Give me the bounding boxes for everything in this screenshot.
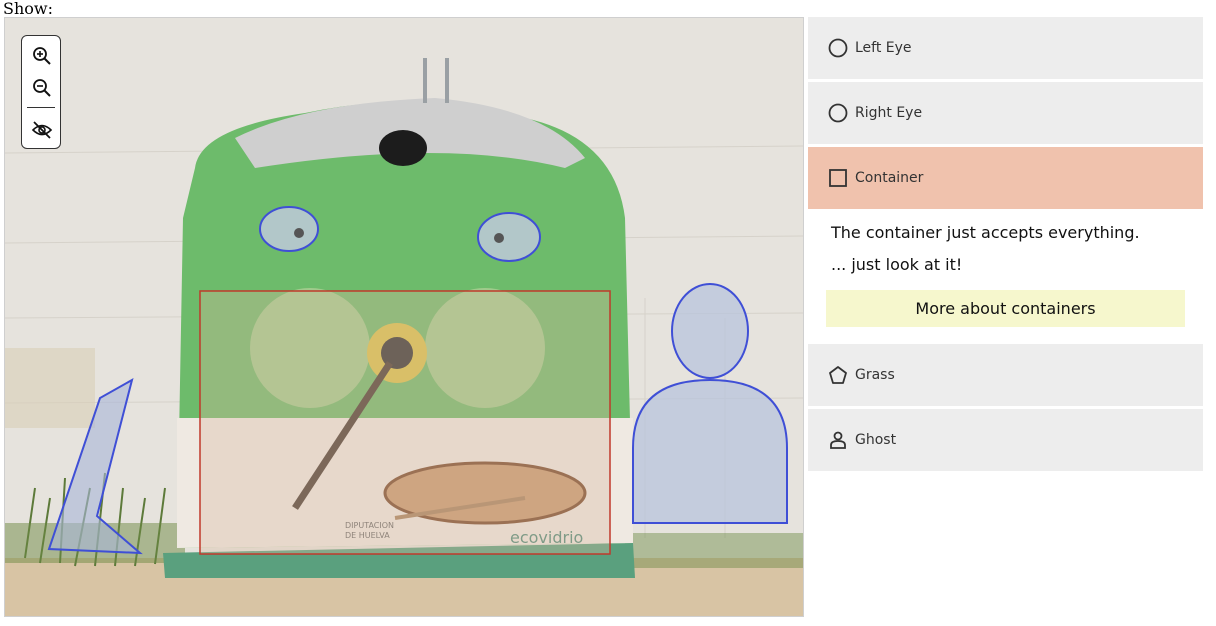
rectangle-shape-icon: [828, 168, 848, 188]
container-annotation[interactable]: [199, 290, 611, 555]
list-item-left-eye[interactable]: Left Eye: [808, 17, 1203, 79]
details-text: The container just accepts everything.: [831, 223, 1140, 242]
zoom-out-icon: [33, 79, 51, 97]
zoom-in-icon: [33, 47, 51, 65]
toolbar-divider: [27, 107, 55, 108]
list-item-label: Grass: [855, 367, 895, 383]
zoom-out-button[interactable]: [22, 72, 62, 104]
annotation-details: The container just accepts everything. .…: [808, 212, 1203, 341]
list-item-label: Left Eye: [855, 40, 912, 56]
polygon-shape-icon: [828, 365, 848, 385]
left-eye-annotation[interactable]: [259, 206, 319, 252]
list-item-container[interactable]: Container: [808, 147, 1203, 209]
more-about-containers-button[interactable]: More about containers: [826, 290, 1185, 327]
right-eye-annotation[interactable]: [477, 212, 541, 262]
show-label: Show:: [3, 0, 53, 18]
annotation-list: Left Eye Right Eye Container The contain…: [808, 17, 1203, 474]
circle-shape-icon: [828, 38, 848, 58]
list-item-label: Ghost: [855, 432, 897, 448]
toggle-visibility-button[interactable]: [22, 114, 62, 146]
image-viewer[interactable]: DIPUTACION DE HUELVA ecovidrio: [4, 17, 804, 617]
viewer-toolbar: [21, 35, 61, 149]
list-item-right-eye[interactable]: Right Eye: [808, 82, 1203, 144]
list-item-label: Container: [855, 170, 924, 186]
list-item-label: Right Eye: [855, 105, 923, 121]
zoom-in-button[interactable]: [22, 40, 62, 72]
annotated-photo: DIPUTACION DE HUELVA ecovidrio: [5, 18, 803, 616]
circle-shape-icon: [828, 103, 848, 123]
details-text: ... just look at it!: [831, 255, 963, 274]
list-item-grass[interactable]: Grass: [808, 344, 1203, 406]
eye-off-icon: [31, 121, 53, 139]
list-item-ghost[interactable]: Ghost: [808, 409, 1203, 471]
person-shape-icon: [828, 430, 848, 450]
